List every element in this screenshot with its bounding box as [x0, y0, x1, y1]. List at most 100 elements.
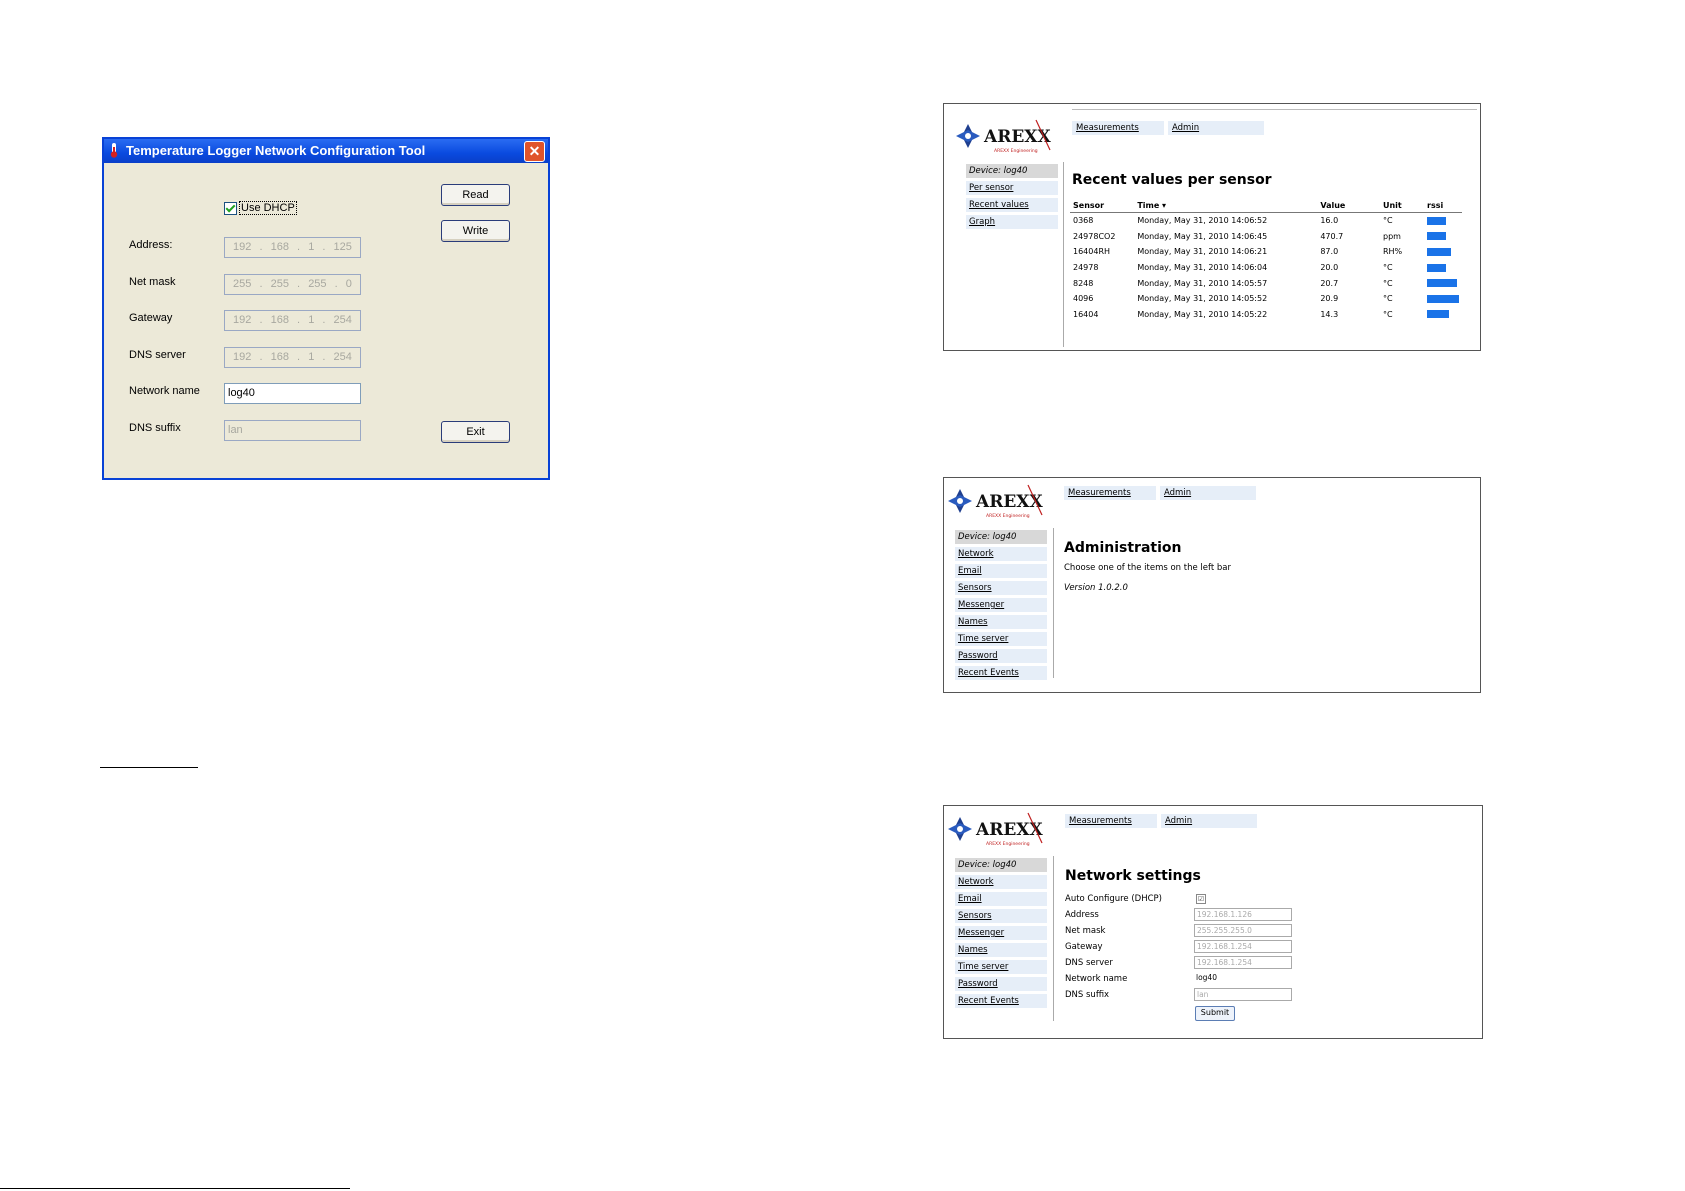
dns-octet-1: 192 [233, 351, 252, 363]
device-label: Device: log40 [955, 530, 1047, 544]
submit-button[interactable]: Submit [1195, 1006, 1235, 1021]
sidebar-item-time-server[interactable]: Time server [955, 632, 1047, 646]
address-octet-3: 1 [308, 241, 315, 253]
sidebar-item-recent-values[interactable]: Recent values [966, 198, 1058, 212]
netmask-octet-4: 0 [345, 278, 352, 290]
administration-panel: AREXX AREXX Engineering Measurements Adm… [943, 477, 1481, 693]
network-name-input[interactable]: log40 [224, 383, 361, 404]
gateway-label: Gateway [1065, 942, 1103, 952]
rssi-bar [1427, 232, 1446, 241]
cell-value: 20.7 [1320, 278, 1339, 288]
cell-time: Monday, May 31, 2010 14:05:22 [1137, 309, 1268, 319]
nav-admin[interactable]: Admin [1168, 121, 1264, 135]
gateway-input[interactable]: 192. 168. 1. 254 [224, 310, 361, 331]
sidebar-item-sensors[interactable]: Sensors [955, 581, 1047, 595]
read-button[interactable]: Read [441, 184, 510, 206]
page-title: Administration [1064, 540, 1182, 556]
table-row: 16404RH Monday, May 31, 2010 14:06:21 87.0… [1070, 244, 1462, 260]
write-button[interactable]: Write [441, 220, 510, 242]
sidebar-item-recent-events[interactable]: Recent Events [955, 666, 1047, 680]
sidebar-item-email[interactable]: Email [955, 564, 1047, 578]
nav-measurements[interactable]: Measurements [1065, 814, 1157, 828]
brand-subtitle: AREXX Engineering [986, 841, 1030, 847]
window-titlebar[interactable]: Temperature Logger Network Configuration… [104, 139, 548, 163]
rssi-bar [1427, 247, 1451, 256]
cell-rssi [1424, 275, 1462, 291]
cell-time: Monday, May 31, 2010 14:06:21 [1137, 247, 1268, 257]
netmask-input[interactable]: 255. 255. 255. 0 [224, 274, 361, 295]
netmask-octet-2: 255 [270, 278, 289, 290]
network-name-label: Network name [1065, 974, 1128, 984]
sidebar-item-recent-events[interactable]: Recent Events [955, 994, 1047, 1008]
address-octet-1: 192 [233, 241, 252, 253]
sidebar-item-names[interactable]: Names [955, 943, 1047, 957]
page-title: Recent values per sensor [1072, 172, 1272, 188]
table-header-row: Sensor Time ▾ Value Unit rssi [1070, 199, 1462, 213]
col-unit[interactable]: Unit [1379, 199, 1424, 213]
cell-rssi [1424, 307, 1462, 323]
sidebar-item-network[interactable]: Network [955, 875, 1047, 889]
cell-unit: RH% [1382, 247, 1403, 257]
checkbox-checked-icon[interactable] [224, 201, 237, 215]
admin-sidebar: Device: log40 Network Email Sensors Mess… [955, 530, 1047, 683]
sidebar-item-per-sensor[interactable]: Per sensor [966, 181, 1058, 195]
arexx-logo: AREXX AREXX Engineering [948, 812, 1043, 847]
sidebar-item-messenger[interactable]: Messenger [955, 598, 1047, 612]
network-name-input[interactable]: log40 [1194, 972, 1292, 985]
sidebar-item-password[interactable]: Password [955, 649, 1047, 663]
cell-unit: °C [1382, 278, 1393, 288]
close-button[interactable]: ✕ [524, 141, 545, 162]
exit-button[interactable]: Exit [441, 421, 510, 443]
cell-unit: ppm [1382, 231, 1401, 241]
gateway-input[interactable]: 192.168.1.254 [1194, 940, 1292, 953]
sidebar-item-sensors[interactable]: Sensors [955, 909, 1047, 923]
dns-suffix-input[interactable]: lan [224, 420, 361, 441]
brand-subtitle: AREXX Engineering [994, 148, 1038, 154]
page-bottom-rule [0, 1188, 350, 1189]
top-rule [1072, 109, 1477, 110]
netmask-input[interactable]: 255.255.255.0 [1194, 924, 1292, 937]
nav-measurements[interactable]: Measurements [1064, 486, 1156, 500]
sidebar-item-graph[interactable]: Graph [966, 215, 1058, 229]
cell-time: Monday, May 31, 2010 14:06:52 [1137, 216, 1268, 226]
cell-rssi [1424, 260, 1462, 276]
address-input[interactable]: 192. 168. 1. 125 [224, 237, 361, 258]
brand-subtitle: AREXX Engineering [986, 513, 1030, 519]
nav-measurements[interactable]: Measurements [1072, 121, 1164, 135]
sidebar-item-messenger[interactable]: Messenger [955, 926, 1047, 940]
col-time[interactable]: Time ▾ [1134, 199, 1318, 213]
sidebar-item-password[interactable]: Password [955, 977, 1047, 991]
cell-unit: °C [1382, 309, 1393, 319]
auto-configure-label: Auto Configure (DHCP) [1065, 894, 1162, 904]
cell-time: Monday, May 31, 2010 14:06:04 [1137, 263, 1268, 273]
netmask-label: Net mask [1065, 926, 1106, 936]
address-input[interactable]: 192.168.1.126 [1194, 908, 1292, 921]
cell-time: Monday, May 31, 2010 14:05:52 [1137, 294, 1268, 304]
netmask-octet-1: 255 [233, 278, 252, 290]
dns-server-input[interactable]: 192. 168. 1. 254 [224, 347, 361, 368]
cell-value: 87.0 [1320, 247, 1339, 257]
address-label: Address [1065, 910, 1099, 920]
col-rssi[interactable]: rssi [1424, 199, 1462, 213]
col-sensor[interactable]: Sensor [1070, 199, 1135, 213]
sidebar-item-names[interactable]: Names [955, 615, 1047, 629]
rssi-bar [1427, 263, 1446, 272]
sidebar-item-time-server[interactable]: Time server [955, 960, 1047, 974]
network-settings-panel: AREXX AREXX Engineering Measurements Adm… [943, 805, 1483, 1039]
cell-value: 470.7 [1320, 231, 1344, 241]
col-value[interactable]: Value [1317, 199, 1380, 213]
table-row: 8248 Monday, May 31, 2010 14:05:57 20.7 °C [1070, 275, 1462, 291]
measurements-sidebar: Device: log40 Per sensor Recent values G… [966, 164, 1058, 232]
sidebar-item-email[interactable]: Email [955, 892, 1047, 906]
admin-instructions: Choose one of the items on the left bar [1064, 563, 1231, 573]
page-title: Network settings [1065, 868, 1201, 884]
table-row: 4096 Monday, May 31, 2010 14:05:52 20.9 °C [1070, 291, 1462, 307]
nav-admin[interactable]: Admin [1160, 486, 1256, 500]
auto-configure-checkbox[interactable]: ☑ [1196, 894, 1206, 904]
nav-admin[interactable]: Admin [1161, 814, 1257, 828]
netmask-label: Net mask [129, 276, 176, 288]
dns-server-input[interactable]: 192.168.1.254 [1194, 956, 1292, 969]
use-dhcp-checkbox[interactable]: Use DHCP [224, 201, 297, 215]
sidebar-item-network[interactable]: Network [955, 547, 1047, 561]
dns-suffix-input[interactable]: lan [1194, 988, 1292, 1001]
